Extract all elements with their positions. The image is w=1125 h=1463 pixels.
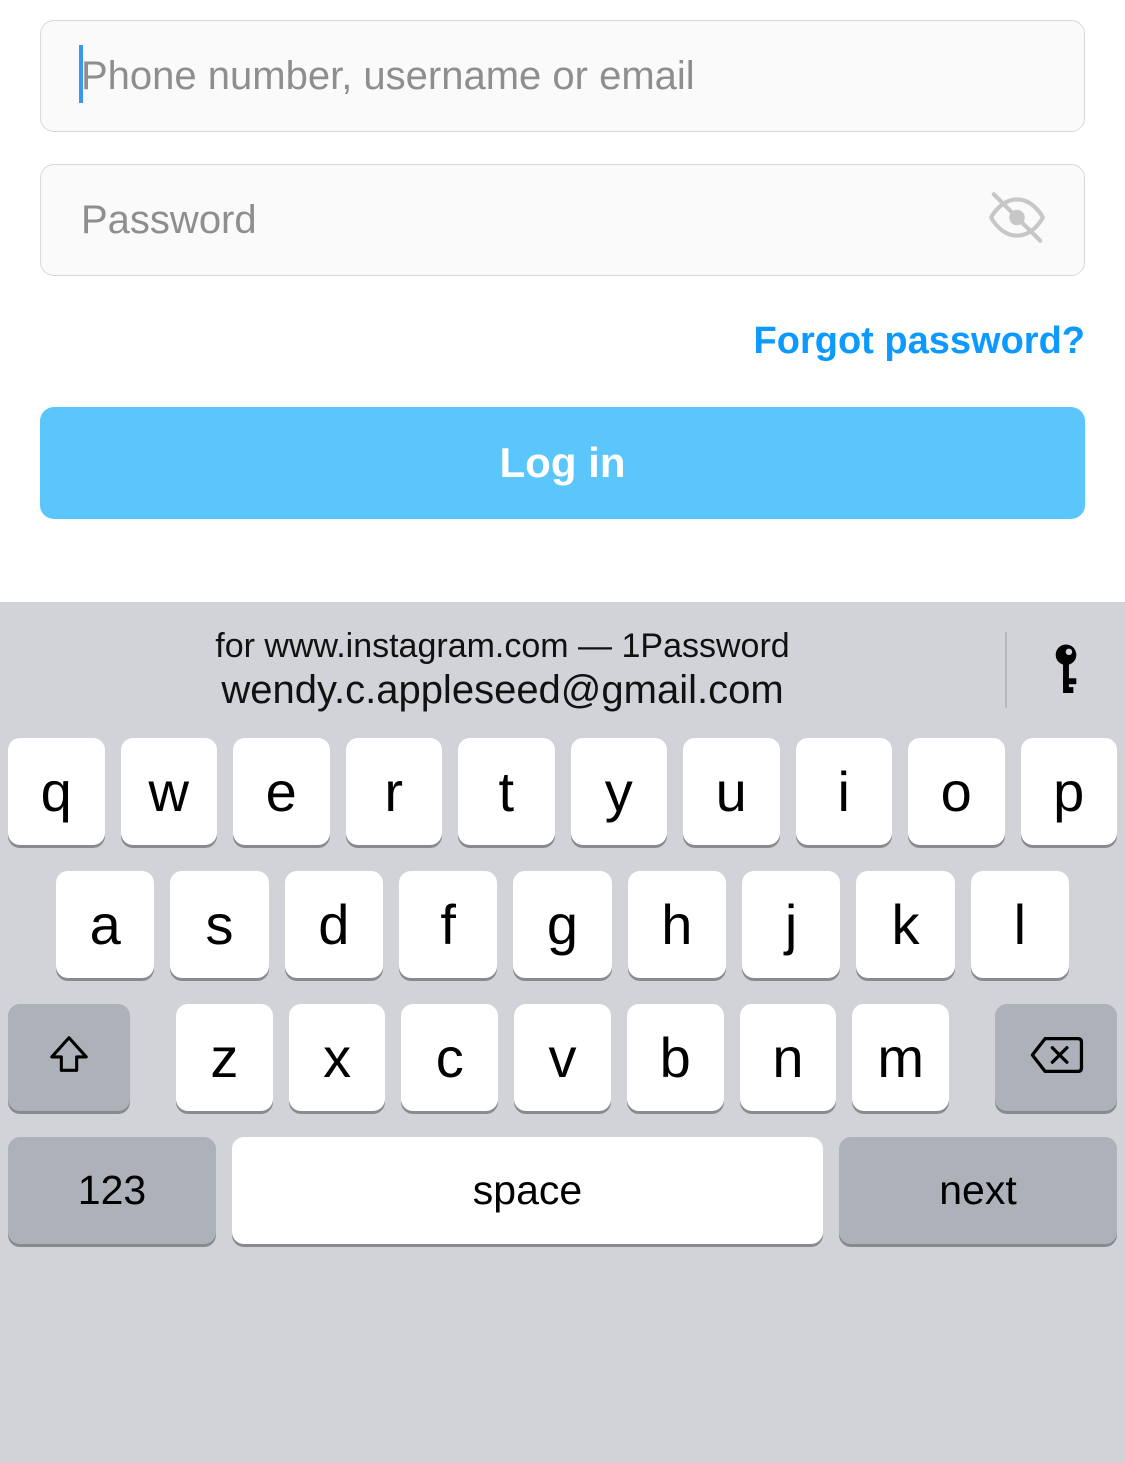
key-a[interactable]: a: [56, 871, 154, 978]
key-i[interactable]: i: [796, 738, 893, 845]
password-field[interactable]: [40, 164, 1085, 276]
username-field[interactable]: [40, 20, 1085, 132]
backspace-icon: [1028, 1035, 1084, 1080]
spacer: [146, 1004, 160, 1111]
key-b[interactable]: b: [627, 1004, 724, 1111]
key-g[interactable]: g: [513, 871, 611, 978]
key-s[interactable]: s: [170, 871, 268, 978]
key-q[interactable]: q: [8, 738, 105, 845]
next-key[interactable]: next: [839, 1137, 1117, 1244]
key-v[interactable]: v: [514, 1004, 611, 1111]
autofill-source: for www.instagram.com — 1Password: [215, 627, 789, 666]
key-t[interactable]: t: [458, 738, 555, 845]
key-m[interactable]: m: [852, 1004, 949, 1111]
keyboard-row-2: a s d f g h j k l: [8, 871, 1117, 978]
key-d[interactable]: d: [285, 871, 383, 978]
key-p[interactable]: p: [1021, 738, 1118, 845]
keyboard-row-3: z x c v b n m: [8, 1004, 1117, 1111]
key-n[interactable]: n: [740, 1004, 837, 1111]
autofill-suggestion[interactable]: for www.instagram.com — 1Password wendy.…: [0, 627, 1005, 713]
key-j[interactable]: j: [742, 871, 840, 978]
key-icon: [1048, 643, 1084, 698]
backspace-key[interactable]: [995, 1004, 1117, 1111]
key-o[interactable]: o: [908, 738, 1005, 845]
key-k[interactable]: k: [856, 871, 954, 978]
key-w[interactable]: w: [121, 738, 218, 845]
key-r[interactable]: r: [346, 738, 443, 845]
key-l[interactable]: l: [971, 871, 1069, 978]
spacer: [965, 1004, 979, 1111]
login-button[interactable]: Log in: [40, 407, 1085, 519]
key-c[interactable]: c: [401, 1004, 498, 1111]
username-input[interactable]: [81, 21, 984, 131]
key-h[interactable]: h: [628, 871, 726, 978]
key-e[interactable]: e: [233, 738, 330, 845]
shift-icon: [46, 1032, 92, 1083]
key-f[interactable]: f: [399, 871, 497, 978]
keyboard: for www.instagram.com — 1Password wendy.…: [0, 602, 1125, 1463]
space-key[interactable]: space: [232, 1137, 823, 1244]
shift-key[interactable]: [8, 1004, 130, 1111]
key-y[interactable]: y: [571, 738, 668, 845]
key-z[interactable]: z: [176, 1004, 273, 1111]
autofill-credential: wendy.c.appleseed@gmail.com: [221, 668, 783, 713]
numbers-key[interactable]: 123: [8, 1137, 216, 1244]
key-u[interactable]: u: [683, 738, 780, 845]
forgot-password-link[interactable]: Forgot password?: [40, 320, 1085, 363]
keyboard-row-1: q w e r t y u i o p: [8, 738, 1117, 845]
password-manager-button[interactable]: [1007, 643, 1125, 698]
key-x[interactable]: x: [289, 1004, 386, 1111]
hide-password-icon[interactable]: [986, 187, 1048, 254]
password-input[interactable]: [81, 165, 984, 275]
keyboard-row-4: 123 space next: [8, 1137, 1117, 1244]
autofill-bar: for www.instagram.com — 1Password wendy.…: [0, 602, 1125, 738]
login-form: Forgot password? Log in: [0, 0, 1125, 519]
